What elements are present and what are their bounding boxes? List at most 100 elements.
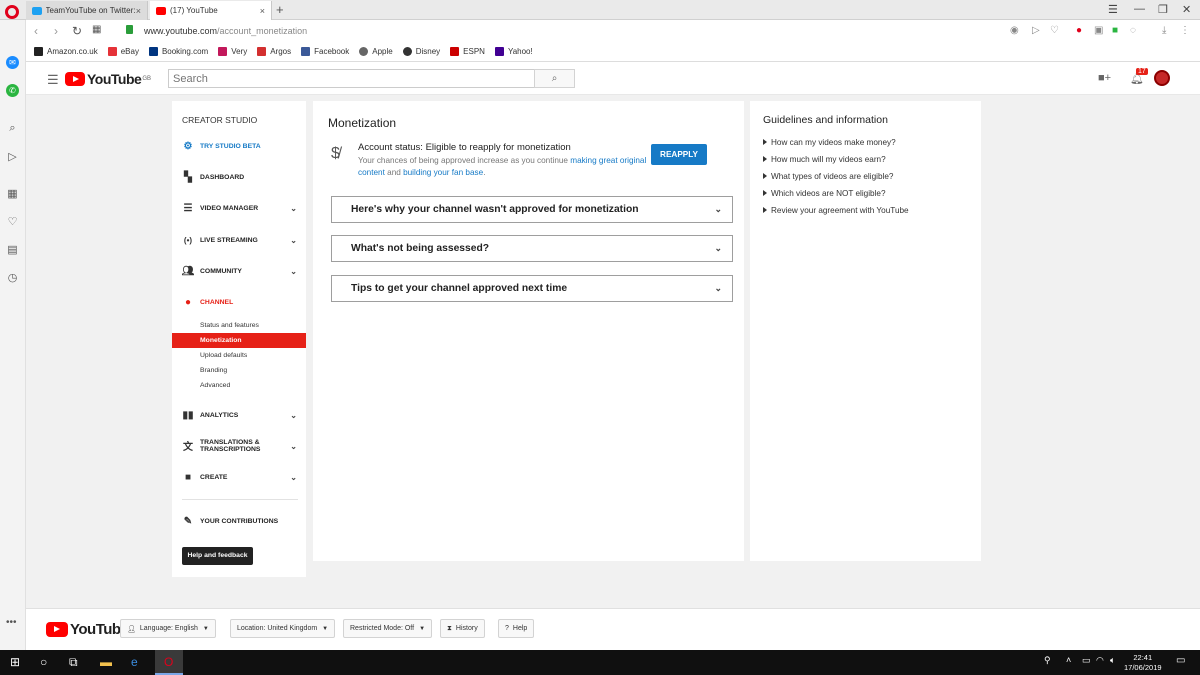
chevron-up-icon[interactable]: ˄: [1066, 655, 1071, 665]
heart-icon[interactable]: ♡: [6, 216, 19, 229]
more-icon[interactable]: •••: [6, 617, 17, 628]
send-icon[interactable]: ▷: [1032, 25, 1040, 36]
forward-icon[interactable]: ›: [54, 24, 58, 38]
guideline-link[interactable]: How much will my videos earn?: [763, 155, 886, 164]
bookmark-item[interactable]: Amazon.co.uk: [34, 47, 98, 56]
sidebar-subitem-branding[interactable]: Branding: [172, 363, 306, 378]
more-icon[interactable]: ⋮: [1180, 25, 1190, 36]
guideline-link[interactable]: What types of videos are eligible?: [763, 172, 893, 181]
speed-dial-icon[interactable]: ▦: [6, 188, 19, 201]
bookmark-item[interactable]: ESPN: [450, 47, 485, 56]
maximize-icon[interactable]: ❐: [1158, 3, 1168, 16]
camera-icon[interactable]: ◉: [1010, 25, 1019, 36]
history-icon[interactable]: ◷: [6, 272, 19, 285]
close-icon[interactable]: ×: [136, 6, 141, 16]
back-icon[interactable]: ‹: [34, 24, 38, 38]
download-icon[interactable]: ⤓: [1162, 25, 1166, 36]
bookmark-item[interactable]: Very: [218, 47, 247, 56]
sidebar-item-live-streaming[interactable]: (•) LIVE STREAMING ⌄: [172, 232, 306, 248]
sidebar-subitem-status[interactable]: Status and features: [172, 318, 306, 333]
search-button[interactable]: ⌕: [534, 69, 575, 88]
reapply-button[interactable]: REAPPLY: [651, 144, 707, 165]
guideline-link[interactable]: Which videos are NOT eligible?: [763, 189, 886, 198]
history-button[interactable]: ⧗ History: [440, 619, 485, 638]
bookmark-item[interactable]: Booking.com: [148, 47, 208, 56]
news-icon[interactable]: ▤: [6, 244, 19, 257]
help-feedback-button[interactable]: Help and feedback: [182, 547, 253, 565]
sidebar-subitem-upload-defaults[interactable]: Upload defaults: [172, 348, 306, 363]
extension-icon[interactable]: ■: [1112, 25, 1118, 36]
chevron-down-icon[interactable]: ⌄: [290, 473, 297, 482]
sidebar-item-try-studio-beta[interactable]: ⚙ TRY STUDIO BETA: [172, 138, 306, 154]
notifications-icon[interactable]: ▭: [1176, 655, 1185, 666]
minimize-icon[interactable]: —: [1134, 3, 1145, 15]
chevron-down-icon[interactable]: ⌄: [290, 204, 297, 213]
search-input[interactable]: [168, 69, 535, 88]
sidebar-item-translations[interactable]: 文 TRANSLATIONS & TRANSCRIPTIONS ⌄: [172, 438, 306, 460]
chevron-down-icon[interactable]: ⌄: [290, 236, 297, 245]
task-view-icon[interactable]: ⧉: [69, 655, 78, 670]
people-icon[interactable]: ⚲: [1044, 655, 1051, 666]
tab-twitter[interactable]: TeamYouTube on Twitter: " ×: [26, 1, 148, 20]
accordion-not-assessed[interactable]: What's not being assessed? ⌄: [331, 235, 733, 262]
bookmark-item[interactable]: Disney: [402, 47, 440, 56]
speed-dial-icon[interactable]: ▦: [92, 24, 101, 35]
opera-badge-icon[interactable]: ●: [1076, 25, 1082, 36]
help-button[interactable]: ? Help: [498, 619, 535, 638]
search-icon[interactable]: ⌕: [6, 122, 19, 135]
sidebar-item-video-manager[interactable]: ☰ VIDEO MANAGER ⌄: [172, 200, 306, 216]
accordion-why-not-approved[interactable]: Here's why your channel wasn't approved …: [331, 196, 733, 223]
search-icon[interactable]: ○: [40, 655, 47, 669]
sidebar-subitem-monetization[interactable]: Monetization: [172, 333, 306, 348]
location-button[interactable]: Location: United Kingdom ▼: [230, 619, 336, 638]
sidebar-item-contributions[interactable]: ✎ YOUR CONTRIBUTIONS: [172, 513, 306, 529]
extension-icon[interactable]: ▣: [1094, 25, 1103, 36]
edge-icon[interactable]: e: [131, 655, 138, 669]
footer-youtube-logo[interactable]: YouTube: [46, 621, 129, 638]
url-field[interactable]: www.youtube.com/account_monetization: [144, 26, 307, 36]
sidebar-item-analytics[interactable]: ▮▮ ANALYTICS ⌄: [172, 407, 306, 423]
close-icon[interactable]: ×: [260, 6, 265, 16]
extension-icon[interactable]: ◌: [1130, 25, 1136, 36]
new-tab-button[interactable]: +: [276, 2, 284, 17]
menu-icon[interactable]: ☰: [1108, 3, 1118, 16]
language-button[interactable]: 👤︎ Language: English ▼: [120, 619, 216, 638]
bookmark-item[interactable]: Yahoo!: [494, 47, 533, 56]
accordion-tips[interactable]: Tips to get your channel approved next t…: [331, 275, 733, 302]
whatsapp-icon[interactable]: ✆: [6, 84, 19, 97]
bookmark-item[interactable]: eBay: [107, 47, 139, 56]
close-window-icon[interactable]: ✕: [1182, 3, 1191, 16]
tab-youtube[interactable]: (17) YouTube ×: [150, 1, 272, 20]
guideline-link[interactable]: How can my videos make money?: [763, 138, 896, 147]
restricted-mode-button[interactable]: Restricted Mode: Off ▼: [343, 619, 433, 638]
wifi-icon[interactable]: ◠: [1096, 655, 1104, 666]
bookmark-item[interactable]: Apple: [359, 47, 393, 56]
send-icon[interactable]: ▷: [6, 151, 19, 164]
guideline-link[interactable]: Review your agreement with YouTube: [763, 206, 909, 215]
sidebar-item-dashboard[interactable]: ▚ DASHBOARD: [172, 169, 306, 185]
sidebar-item-channel[interactable]: ● CHANNEL: [172, 294, 306, 310]
bookmark-item[interactable]: Argos: [257, 47, 291, 56]
file-explorer-icon[interactable]: ▬: [100, 655, 112, 669]
sidebar-subitem-advanced[interactable]: Advanced: [172, 378, 306, 393]
upload-video-icon[interactable]: ■+: [1098, 72, 1111, 84]
chevron-down-icon[interactable]: ⌄: [290, 411, 297, 420]
chevron-down-icon[interactable]: ⌄: [290, 267, 297, 276]
opera-taskbar-button[interactable]: O: [155, 650, 183, 675]
opera-logo-icon[interactable]: [5, 5, 19, 19]
fan-base-link[interactable]: building your fan base: [403, 168, 483, 177]
system-clock[interactable]: 22:41 17/06/2019: [1124, 653, 1162, 673]
sidebar-item-create[interactable]: ■ CREATE ⌄: [172, 469, 306, 485]
sidebar-item-community[interactable]: 👥︎ COMMUNITY ⌄: [172, 263, 306, 279]
reload-icon[interactable]: ↻: [72, 24, 82, 38]
heart-icon[interactable]: ♡: [1050, 25, 1059, 36]
youtube-logo[interactable]: YouTube GB: [65, 71, 151, 87]
volume-icon[interactable]: 🔈︎: [1110, 655, 1115, 666]
bookmark-item[interactable]: Facebook: [301, 47, 349, 56]
windows-start-icon[interactable]: ⊞: [10, 655, 20, 669]
hamburger-menu-icon[interactable]: ☰: [47, 72, 59, 88]
chevron-down-icon[interactable]: ⌄: [290, 442, 297, 451]
battery-icon[interactable]: ▭: [1082, 655, 1091, 666]
messenger-icon[interactable]: ✉: [6, 56, 19, 69]
avatar[interactable]: [1154, 70, 1170, 86]
